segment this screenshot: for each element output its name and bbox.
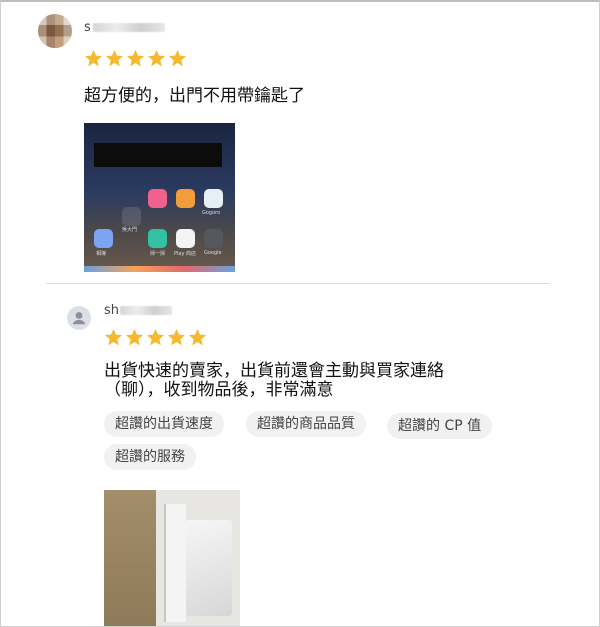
app-icon bbox=[176, 189, 195, 208]
reviewer-name[interactable]: sh bbox=[104, 303, 173, 318]
review-photo[interactable]: Gogoro 吳大門 相簿 掃一掃 Play 商店 Google bbox=[84, 123, 235, 272]
reviewer-name-text: s bbox=[84, 20, 91, 35]
divider bbox=[46, 283, 550, 284]
reviewer-name-text: sh bbox=[104, 303, 120, 318]
star-icon bbox=[84, 49, 103, 67]
star-icon bbox=[188, 328, 207, 346]
app-icon bbox=[204, 229, 223, 248]
blurred-name bbox=[92, 23, 165, 32]
app-label: 吳大門 bbox=[122, 227, 138, 233]
box-flap bbox=[104, 490, 162, 626]
app-icon bbox=[204, 189, 223, 208]
review-text: 超方便的，出門不用帶鑰匙了 bbox=[84, 86, 305, 106]
tag-chip[interactable]: 超讚的服務 bbox=[104, 444, 196, 470]
power-icon bbox=[122, 207, 141, 226]
app-label: 掃一掃 bbox=[150, 251, 166, 257]
user-icon bbox=[72, 312, 86, 325]
dock-strip bbox=[84, 266, 235, 272]
star-icon bbox=[125, 328, 144, 346]
app-label: Play 商店 bbox=[174, 251, 197, 257]
star-icon bbox=[147, 49, 166, 67]
star-icon bbox=[146, 328, 165, 346]
review-text-line: （聊），收到物品後，非常滿意 bbox=[104, 380, 334, 400]
star-icon bbox=[126, 49, 145, 67]
rating-stars bbox=[84, 49, 187, 68]
review-photo[interactable] bbox=[104, 490, 240, 626]
tag-chip[interactable]: 超讚的出貨速度 bbox=[104, 411, 224, 437]
app-icon bbox=[148, 189, 167, 208]
app-icon bbox=[148, 229, 167, 248]
star-icon bbox=[105, 49, 124, 67]
review-text-line: 出貨快速的賣家，出貨前還會主動與買家連絡 bbox=[104, 361, 444, 381]
avatar[interactable] bbox=[38, 14, 72, 48]
app-icon bbox=[176, 229, 195, 248]
blurred-name bbox=[120, 306, 173, 315]
avatar[interactable] bbox=[67, 306, 91, 330]
app-label: Google bbox=[204, 250, 222, 256]
photo-banner bbox=[94, 143, 222, 167]
tag-chip[interactable]: 超讚的商品品質 bbox=[246, 411, 366, 437]
product-wrap bbox=[186, 520, 232, 616]
star-icon bbox=[104, 328, 123, 346]
app-icon bbox=[94, 229, 113, 248]
rating-stars bbox=[104, 328, 207, 347]
product bbox=[164, 504, 186, 622]
app-label: 相簿 bbox=[96, 251, 107, 257]
tag-chip[interactable]: 超讚的 CP 值 bbox=[387, 413, 493, 439]
star-icon bbox=[168, 49, 187, 67]
star-icon bbox=[167, 328, 186, 346]
app-label: Gogoro bbox=[202, 210, 221, 216]
reviewer-name[interactable]: s bbox=[84, 20, 165, 35]
